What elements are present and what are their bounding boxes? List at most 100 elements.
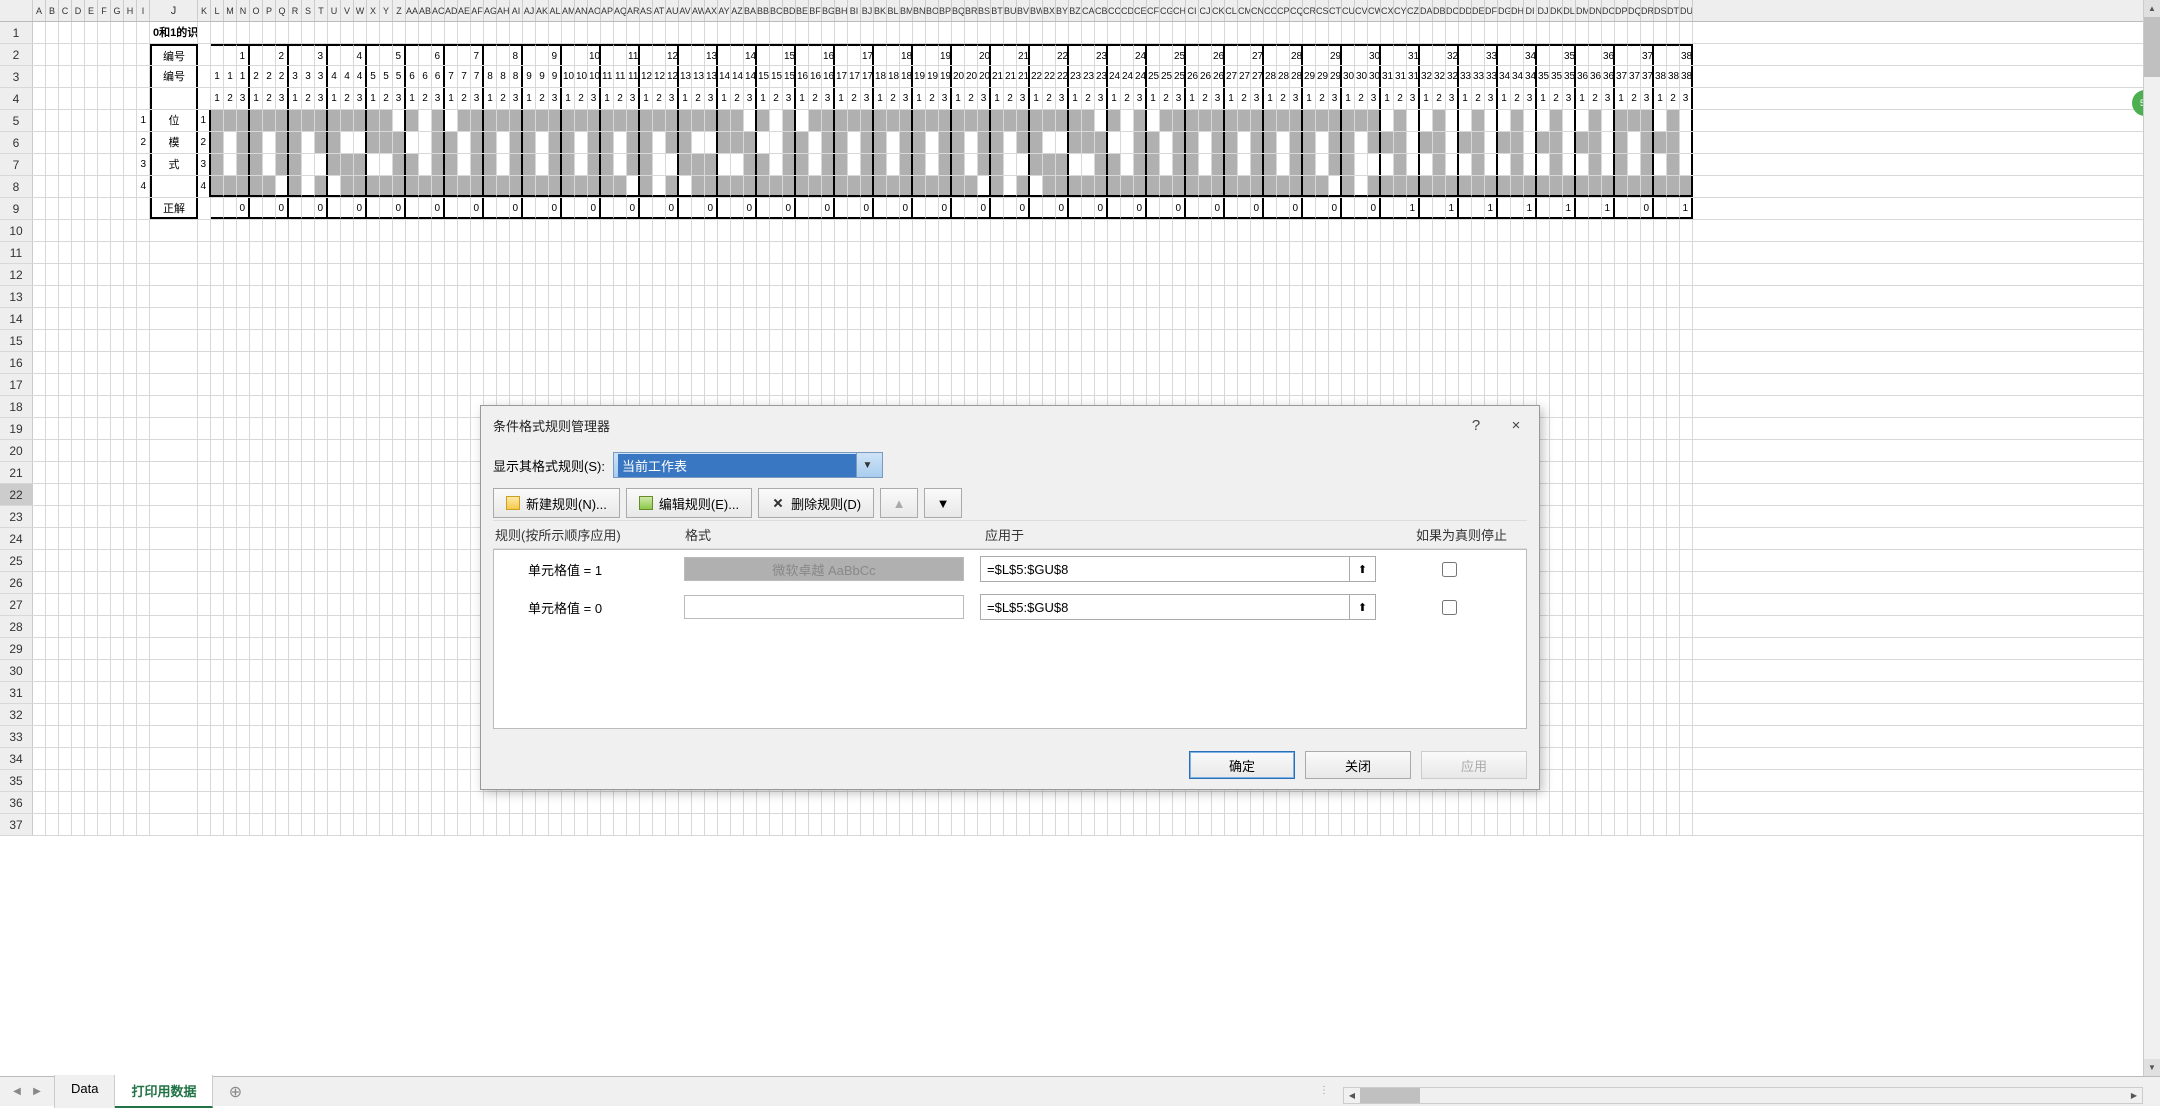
cell[interactable] — [1303, 814, 1316, 835]
cell[interactable] — [1082, 330, 1095, 351]
cell[interactable] — [965, 330, 978, 351]
cell[interactable] — [1654, 220, 1667, 241]
cell[interactable] — [1680, 132, 1693, 153]
cell[interactable] — [1589, 154, 1602, 175]
cell[interactable] — [471, 22, 484, 43]
cell[interactable] — [289, 44, 302, 65]
col-header[interactable]: CX — [1381, 0, 1394, 21]
cell[interactable] — [874, 22, 887, 43]
cell[interactable] — [952, 220, 965, 241]
cell[interactable] — [1238, 22, 1251, 43]
cell[interactable] — [874, 330, 887, 351]
cell[interactable] — [250, 638, 263, 659]
cell[interactable] — [536, 264, 549, 285]
cell[interactable] — [85, 814, 98, 835]
cell[interactable] — [1589, 704, 1602, 725]
cell[interactable] — [59, 484, 72, 505]
cell[interactable] — [1563, 462, 1576, 483]
cell[interactable] — [1095, 308, 1108, 329]
col-header[interactable]: CI — [1186, 0, 1199, 21]
cell[interactable] — [46, 110, 59, 131]
cell[interactable] — [1069, 220, 1082, 241]
cell[interactable] — [1290, 330, 1303, 351]
cell[interactable] — [1602, 264, 1615, 285]
cell[interactable] — [1472, 132, 1485, 153]
cell[interactable] — [1407, 132, 1420, 153]
cell[interactable] — [432, 528, 445, 549]
cell[interactable] — [393, 132, 406, 153]
cell[interactable] — [354, 396, 367, 417]
cell[interactable] — [111, 462, 124, 483]
cell[interactable] — [796, 176, 809, 197]
cell[interactable] — [926, 792, 939, 813]
scroll-down-button[interactable]: ▼ — [2144, 1059, 2160, 1076]
cell[interactable] — [72, 154, 85, 175]
cell[interactable] — [419, 462, 432, 483]
cell[interactable] — [978, 330, 991, 351]
cell[interactable] — [1641, 682, 1654, 703]
cell[interactable] — [1030, 198, 1043, 219]
cell[interactable] — [1212, 308, 1225, 329]
cell[interactable] — [1368, 814, 1381, 835]
cell[interactable] — [302, 220, 315, 241]
cell[interactable] — [46, 132, 59, 153]
cell[interactable] — [1147, 308, 1160, 329]
cell[interactable] — [354, 506, 367, 527]
cell[interactable] — [523, 110, 536, 131]
cell[interactable] — [666, 110, 679, 131]
cell[interactable] — [263, 462, 276, 483]
cell[interactable] — [614, 814, 627, 835]
row-header[interactable]: 9 — [0, 198, 33, 219]
cell[interactable] — [575, 110, 588, 131]
cell[interactable] — [1290, 176, 1303, 197]
cell[interactable] — [1004, 242, 1017, 263]
cell[interactable] — [198, 308, 211, 329]
cell[interactable] — [757, 352, 770, 373]
cell[interactable] — [367, 110, 380, 131]
cell[interactable] — [1069, 198, 1082, 219]
cell[interactable] — [939, 792, 952, 813]
cell[interactable] — [1004, 198, 1017, 219]
cell[interactable] — [874, 242, 887, 263]
cell[interactable] — [614, 242, 627, 263]
cell[interactable] — [1641, 132, 1654, 153]
cell[interactable] — [85, 66, 98, 87]
cell[interactable] — [111, 286, 124, 307]
cell[interactable] — [887, 264, 900, 285]
cell[interactable] — [1199, 286, 1212, 307]
cell[interactable] — [250, 396, 263, 417]
cell[interactable] — [1043, 242, 1056, 263]
cell[interactable] — [770, 330, 783, 351]
cell[interactable] — [1160, 308, 1173, 329]
cell[interactable] — [59, 660, 72, 681]
cell[interactable] — [1186, 110, 1199, 131]
cell[interactable] — [1381, 220, 1394, 241]
col-header[interactable]: DC — [1446, 0, 1459, 21]
cell[interactable] — [497, 308, 510, 329]
cell[interactable] — [250, 242, 263, 263]
cell[interactable] — [653, 814, 666, 835]
cell[interactable] — [1550, 682, 1563, 703]
cell[interactable] — [757, 44, 770, 65]
cell[interactable] — [588, 374, 601, 395]
cell[interactable] — [111, 506, 124, 527]
cell[interactable] — [913, 132, 926, 153]
cell[interactable] — [315, 462, 328, 483]
cell[interactable] — [72, 594, 85, 615]
cell[interactable] — [250, 418, 263, 439]
cell[interactable]: 0 — [354, 198, 367, 219]
cell[interactable] — [46, 616, 59, 637]
cell[interactable] — [315, 748, 328, 769]
cell[interactable] — [536, 374, 549, 395]
row-header[interactable]: 18 — [0, 396, 33, 417]
cell[interactable] — [250, 110, 263, 131]
cell[interactable] — [33, 396, 46, 417]
cell[interactable]: 8 — [510, 44, 523, 65]
cell[interactable]: 2 — [887, 88, 900, 109]
cell[interactable]: 16 — [809, 66, 822, 87]
cell[interactable] — [33, 220, 46, 241]
cell[interactable]: 29 — [1303, 66, 1316, 87]
cell[interactable] — [809, 22, 822, 43]
cell[interactable] — [887, 242, 900, 263]
cell[interactable] — [1004, 308, 1017, 329]
